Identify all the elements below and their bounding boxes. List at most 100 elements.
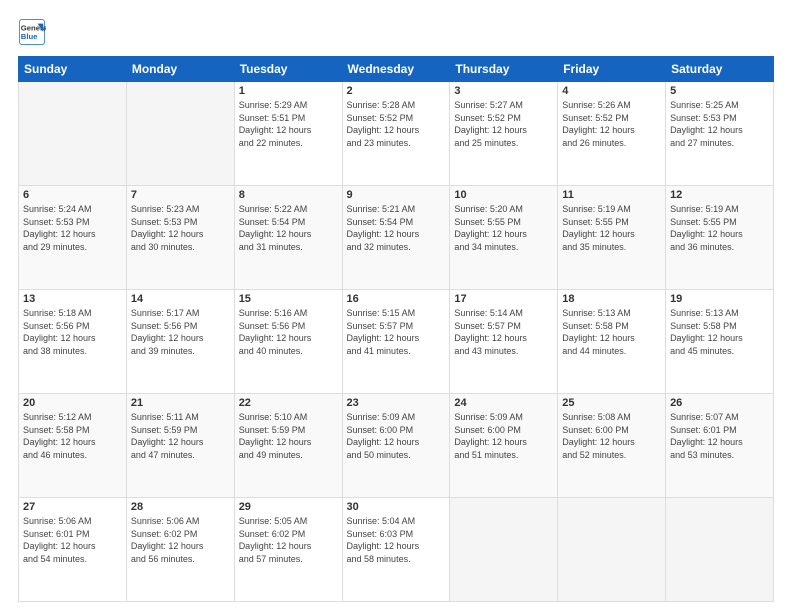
day-info: Sunrise: 5:15 AM Sunset: 5:57 PM Dayligh…	[347, 307, 446, 357]
calendar-cell	[666, 498, 774, 602]
day-info: Sunrise: 5:18 AM Sunset: 5:56 PM Dayligh…	[23, 307, 122, 357]
calendar-cell: 1 Sunrise: 5:29 AM Sunset: 5:51 PM Daylig…	[234, 82, 342, 186]
day-info: Sunrise: 5:08 AM Sunset: 6:00 PM Dayligh…	[562, 411, 661, 461]
logo-icon: General Blue	[18, 18, 46, 46]
calendar-cell: 17 Sunrise: 5:14 AM Sunset: 5:57 PM Dayli…	[450, 290, 558, 394]
day-number: 22	[239, 397, 338, 409]
day-info: Sunrise: 5:14 AM Sunset: 5:57 PM Dayligh…	[454, 307, 553, 357]
page: General Blue SundayMondayTuesdayWednesda…	[0, 0, 792, 612]
calendar-cell: 6 Sunrise: 5:24 AM Sunset: 5:53 PM Daylig…	[19, 186, 127, 290]
day-info: Sunrise: 5:06 AM Sunset: 6:01 PM Dayligh…	[23, 515, 122, 565]
logo: General Blue	[18, 18, 52, 46]
calendar-week-row: 20 Sunrise: 5:12 AM Sunset: 5:58 PM Dayli…	[19, 394, 774, 498]
day-number: 12	[670, 189, 769, 201]
calendar-cell: 22 Sunrise: 5:10 AM Sunset: 5:59 PM Dayli…	[234, 394, 342, 498]
day-info: Sunrise: 5:11 AM Sunset: 5:59 PM Dayligh…	[131, 411, 230, 461]
calendar-cell: 28 Sunrise: 5:06 AM Sunset: 6:02 PM Dayli…	[126, 498, 234, 602]
calendar-week-row: 1 Sunrise: 5:29 AM Sunset: 5:51 PM Daylig…	[19, 82, 774, 186]
day-number: 30	[347, 501, 446, 513]
day-info: Sunrise: 5:24 AM Sunset: 5:53 PM Dayligh…	[23, 203, 122, 253]
day-number: 13	[23, 293, 122, 305]
day-number: 24	[454, 397, 553, 409]
calendar-table: SundayMondayTuesdayWednesdayThursdayFrid…	[18, 56, 774, 602]
day-number: 29	[239, 501, 338, 513]
day-info: Sunrise: 5:09 AM Sunset: 6:00 PM Dayligh…	[347, 411, 446, 461]
day-number: 6	[23, 189, 122, 201]
calendar-cell	[19, 82, 127, 186]
calendar-cell: 2Sunrise: 5:28 AM Sunset: 5:52 PM Daylig…	[342, 82, 450, 186]
day-info: Sunrise: 5:29 AM Sunset: 5:51 PM Dayligh…	[239, 99, 338, 149]
calendar-cell: 24 Sunrise: 5:09 AM Sunset: 6:00 PM Dayli…	[450, 394, 558, 498]
calendar-week-row: 13 Sunrise: 5:18 AM Sunset: 5:56 PM Dayli…	[19, 290, 774, 394]
calendar-cell: 5Sunrise: 5:25 AM Sunset: 5:53 PM Daylig…	[666, 82, 774, 186]
day-number: 16	[347, 293, 446, 305]
calendar-cell: 29 Sunrise: 5:05 AM Sunset: 6:02 PM Dayli…	[234, 498, 342, 602]
calendar-cell: 14 Sunrise: 5:17 AM Sunset: 5:56 PM Dayli…	[126, 290, 234, 394]
calendar-cell: 16 Sunrise: 5:15 AM Sunset: 5:57 PM Dayli…	[342, 290, 450, 394]
day-number: 7	[131, 189, 230, 201]
calendar-cell: 20 Sunrise: 5:12 AM Sunset: 5:58 PM Dayli…	[19, 394, 127, 498]
day-number: 25	[562, 397, 661, 409]
day-info: Sunrise: 5:19 AM Sunset: 5:55 PM Dayligh…	[562, 203, 661, 253]
day-number: 14	[131, 293, 230, 305]
calendar-cell: 11 Sunrise: 5:19 AM Sunset: 5:55 PM Dayli…	[558, 186, 666, 290]
day-number: 18	[562, 293, 661, 305]
weekday-header-sunday: Sunday	[19, 57, 127, 82]
day-info: Sunrise: 5:20 AM Sunset: 5:55 PM Dayligh…	[454, 203, 553, 253]
day-info: Sunrise: 5:04 AM Sunset: 6:03 PM Dayligh…	[347, 515, 446, 565]
day-info: Sunrise: 5:12 AM Sunset: 5:58 PM Dayligh…	[23, 411, 122, 461]
calendar-cell: 10 Sunrise: 5:20 AM Sunset: 5:55 PM Dayli…	[450, 186, 558, 290]
day-info: Sunrise: 5:17 AM Sunset: 5:56 PM Dayligh…	[131, 307, 230, 357]
weekday-header-monday: Monday	[126, 57, 234, 82]
day-info: Sunrise: 5:06 AM Sunset: 6:02 PM Dayligh…	[131, 515, 230, 565]
weekday-header-friday: Friday	[558, 57, 666, 82]
weekday-header-saturday: Saturday	[666, 57, 774, 82]
day-number: 9	[347, 189, 446, 201]
calendar-cell: 25 Sunrise: 5:08 AM Sunset: 6:00 PM Dayli…	[558, 394, 666, 498]
day-number: 20	[23, 397, 122, 409]
weekday-header-tuesday: Tuesday	[234, 57, 342, 82]
calendar-cell: 19 Sunrise: 5:13 AM Sunset: 5:58 PM Dayli…	[666, 290, 774, 394]
calendar-cell: 26 Sunrise: 5:07 AM Sunset: 6:01 PM Dayli…	[666, 394, 774, 498]
day-info: Sunrise: 5:23 AM Sunset: 5:53 PM Dayligh…	[131, 203, 230, 253]
day-info: Sunrise: 5:21 AM Sunset: 5:54 PM Dayligh…	[347, 203, 446, 253]
day-number: 1	[239, 85, 338, 97]
calendar-cell: 4Sunrise: 5:26 AM Sunset: 5:52 PM Daylig…	[558, 82, 666, 186]
day-info: Sunrise: 5:05 AM Sunset: 6:02 PM Dayligh…	[239, 515, 338, 565]
weekday-header-wednesday: Wednesday	[342, 57, 450, 82]
calendar-cell	[126, 82, 234, 186]
calendar-cell: 30 Sunrise: 5:04 AM Sunset: 6:03 PM Dayli…	[342, 498, 450, 602]
day-info: Sunrise: 5:28 AM Sunset: 5:52 PM Dayligh…	[347, 99, 446, 149]
day-info: Sunrise: 5:09 AM Sunset: 6:00 PM Dayligh…	[454, 411, 553, 461]
day-number: 11	[562, 189, 661, 201]
day-number: 3	[454, 85, 553, 97]
day-info: Sunrise: 5:19 AM Sunset: 5:55 PM Dayligh…	[670, 203, 769, 253]
day-info: Sunrise: 5:07 AM Sunset: 6:01 PM Dayligh…	[670, 411, 769, 461]
day-info: Sunrise: 5:27 AM Sunset: 5:52 PM Dayligh…	[454, 99, 553, 149]
day-number: 28	[131, 501, 230, 513]
calendar-cell	[558, 498, 666, 602]
svg-text:Blue: Blue	[21, 32, 38, 41]
day-info: Sunrise: 5:16 AM Sunset: 5:56 PM Dayligh…	[239, 307, 338, 357]
day-info: Sunrise: 5:13 AM Sunset: 5:58 PM Dayligh…	[562, 307, 661, 357]
day-number: 17	[454, 293, 553, 305]
calendar-cell: 21Sunrise: 5:11 AM Sunset: 5:59 PM Dayli…	[126, 394, 234, 498]
day-number: 26	[670, 397, 769, 409]
calendar-cell	[450, 498, 558, 602]
calendar-cell: 7 Sunrise: 5:23 AM Sunset: 5:53 PM Daylig…	[126, 186, 234, 290]
day-number: 19	[670, 293, 769, 305]
weekday-header-row: SundayMondayTuesdayWednesdayThursdayFrid…	[19, 57, 774, 82]
day-number: 10	[454, 189, 553, 201]
calendar-cell: 13 Sunrise: 5:18 AM Sunset: 5:56 PM Dayli…	[19, 290, 127, 394]
calendar-cell: 3 Sunrise: 5:27 AM Sunset: 5:52 PM Daylig…	[450, 82, 558, 186]
calendar-week-row: 6 Sunrise: 5:24 AM Sunset: 5:53 PM Daylig…	[19, 186, 774, 290]
day-number: 5	[670, 85, 769, 97]
calendar-cell: 15Sunrise: 5:16 AM Sunset: 5:56 PM Dayli…	[234, 290, 342, 394]
day-info: Sunrise: 5:26 AM Sunset: 5:52 PM Dayligh…	[562, 99, 661, 149]
header: General Blue	[18, 18, 774, 46]
day-number: 23	[347, 397, 446, 409]
day-info: Sunrise: 5:13 AM Sunset: 5:58 PM Dayligh…	[670, 307, 769, 357]
calendar-cell: 12 Sunrise: 5:19 AM Sunset: 5:55 PM Dayli…	[666, 186, 774, 290]
day-info: Sunrise: 5:10 AM Sunset: 5:59 PM Dayligh…	[239, 411, 338, 461]
day-number: 8	[239, 189, 338, 201]
